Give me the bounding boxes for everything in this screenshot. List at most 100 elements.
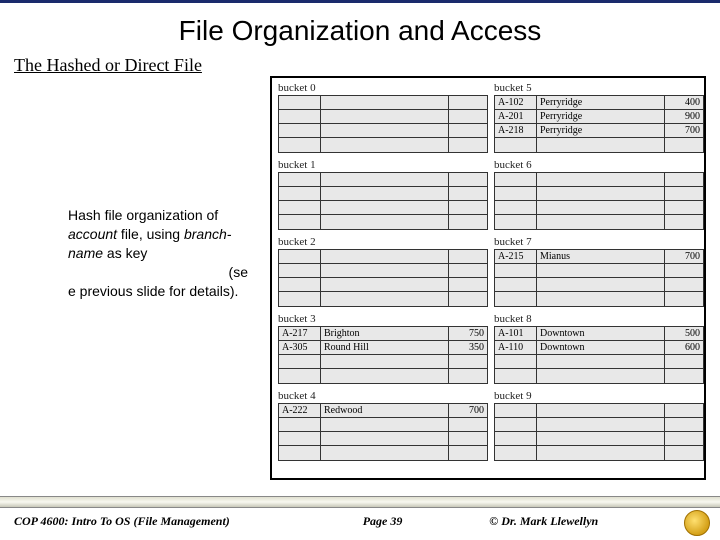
ucf-logo-icon <box>684 510 710 536</box>
cell <box>665 138 703 152</box>
table-row <box>495 369 703 383</box>
table-row <box>279 173 487 187</box>
table-row <box>279 446 487 460</box>
table-row <box>279 418 487 432</box>
cell <box>449 250 487 263</box>
cell <box>321 250 449 263</box>
bucket-box: A-102Perryridge400A-201Perryridge900A-21… <box>494 95 704 153</box>
table-row <box>495 418 703 432</box>
cell <box>449 355 487 368</box>
table-row <box>495 138 703 152</box>
table-row <box>279 250 487 264</box>
cell <box>449 96 487 109</box>
table-row <box>495 264 703 278</box>
cell <box>665 404 703 417</box>
bucket-label: bucket 8 <box>494 313 704 325</box>
table-row <box>495 292 703 306</box>
cell <box>495 264 537 277</box>
table-row <box>279 96 487 110</box>
caption-italic-account: account <box>68 226 117 242</box>
cell <box>537 369 665 383</box>
cell <box>321 138 449 152</box>
table-row: A-218Perryridge700 <box>495 124 703 138</box>
cell <box>449 292 487 306</box>
bucket: bucket 3A-217Brighton750A-305Round Hill3… <box>278 313 488 384</box>
caption: Hash file organization of account file, … <box>68 206 248 300</box>
cell <box>449 215 487 229</box>
cell <box>279 446 321 460</box>
cell <box>279 96 321 109</box>
cell <box>279 173 321 186</box>
cell <box>279 124 321 137</box>
cell <box>449 201 487 214</box>
bucket: bucket 8A-101Downtown500A-110Downtown600 <box>494 313 704 384</box>
cell <box>449 173 487 186</box>
table-row <box>279 201 487 215</box>
cell: A-222 <box>279 404 321 417</box>
table-row <box>279 264 487 278</box>
table-row <box>279 292 487 306</box>
bucket-box: A-215Mianus700 <box>494 249 704 307</box>
cell <box>665 187 703 200</box>
cell <box>321 418 449 431</box>
cell: Mianus <box>537 250 665 263</box>
cell <box>495 201 537 214</box>
cell <box>449 418 487 431</box>
cell <box>495 418 537 431</box>
bucket-label: bucket 6 <box>494 159 704 171</box>
cell <box>321 355 449 368</box>
cell: Brighton <box>321 327 449 340</box>
cell <box>495 278 537 291</box>
table-row <box>279 124 487 138</box>
cell: 400 <box>665 96 703 109</box>
table-row: A-101Downtown500 <box>495 327 703 341</box>
cell <box>537 278 665 291</box>
cell <box>279 292 321 306</box>
caption-text: (se <box>68 263 248 282</box>
bucket-box <box>494 403 704 461</box>
bucket-box: A-222Redwood700 <box>278 403 488 461</box>
cell: 700 <box>449 404 487 417</box>
cell <box>665 201 703 214</box>
table-row <box>495 446 703 460</box>
cell <box>665 264 703 277</box>
cell: 700 <box>665 250 703 263</box>
cell <box>495 292 537 306</box>
cell: A-215 <box>495 250 537 263</box>
cell <box>665 215 703 229</box>
bucket-box <box>278 95 488 153</box>
subtitle: The Hashed or Direct File <box>0 55 720 76</box>
hash-diagram: bucket 0bucket 1bucket 2bucket 3A-217Bri… <box>270 76 706 480</box>
caption-text: file, using <box>117 226 184 242</box>
cell <box>321 264 449 277</box>
cell <box>537 418 665 431</box>
table-row: A-305Round Hill350 <box>279 341 487 355</box>
cell <box>495 446 537 460</box>
table-row <box>495 215 703 229</box>
cell <box>321 201 449 214</box>
cell <box>279 369 321 383</box>
cell: 700 <box>665 124 703 137</box>
cell <box>665 446 703 460</box>
cell: Perryridge <box>537 124 665 137</box>
cell: 350 <box>449 341 487 354</box>
table-row: A-222Redwood700 <box>279 404 487 418</box>
caption-text: Hash file organization of <box>68 207 218 223</box>
table-row: A-215Mianus700 <box>495 250 703 264</box>
cell <box>449 446 487 460</box>
table-row: A-201Perryridge900 <box>495 110 703 124</box>
bucket-label: bucket 1 <box>278 159 488 171</box>
cell <box>537 432 665 445</box>
cell <box>537 187 665 200</box>
footer-bar <box>0 496 720 508</box>
table-row <box>495 432 703 446</box>
bucket-label: bucket 2 <box>278 236 488 248</box>
bucket-box <box>494 172 704 230</box>
footer-author: © Dr. Mark Llewellyn <box>469 514 706 529</box>
table-row <box>279 278 487 292</box>
cell <box>665 173 703 186</box>
cell <box>665 292 703 306</box>
bucket-label: bucket 3 <box>278 313 488 325</box>
bucket-label: bucket 9 <box>494 390 704 402</box>
caption-text: e previous slide for details). <box>68 283 238 299</box>
